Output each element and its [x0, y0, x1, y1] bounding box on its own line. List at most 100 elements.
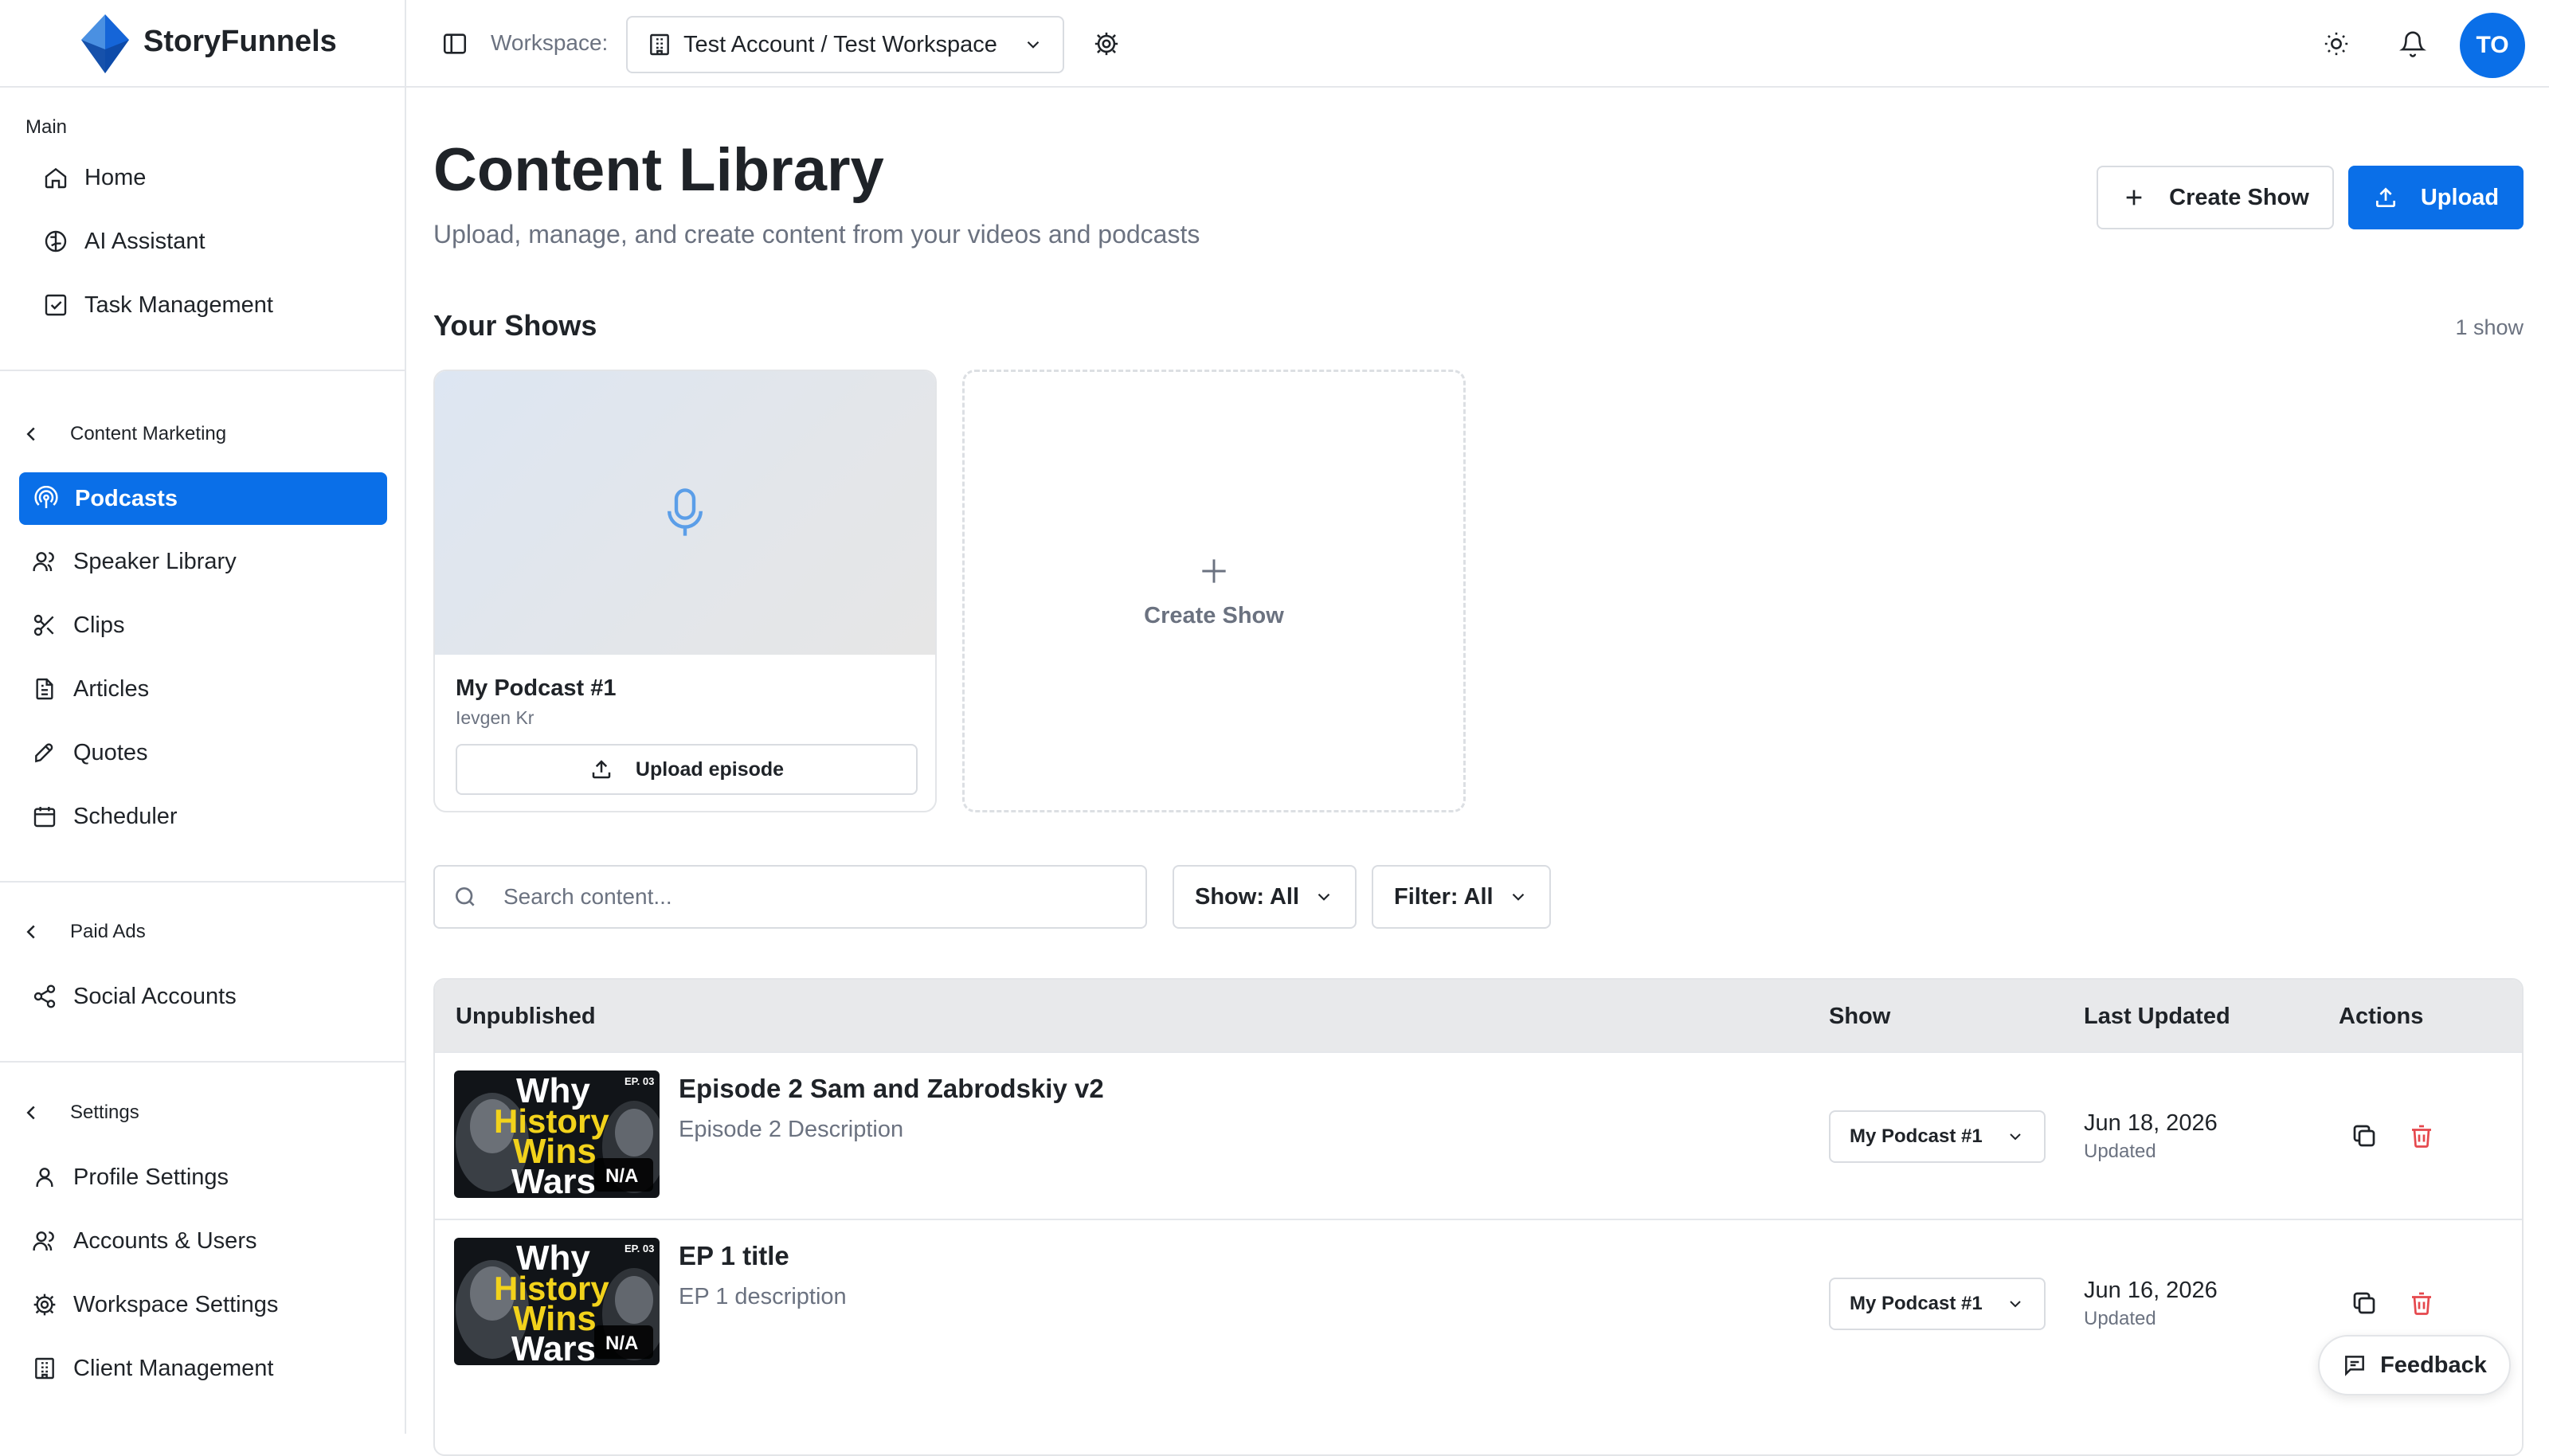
chevron-down-icon [2010, 1133, 2021, 1141]
thumb-badge: N/A [605, 1333, 638, 1354]
document-icon [36, 678, 53, 700]
show-owner: Ievgen Kr [456, 707, 534, 728]
building-icon [650, 33, 669, 56]
sidebar-item-ai-assistant[interactable]: AI Assistant [43, 215, 206, 268]
section-toggle-settings[interactable]: Settings [19, 1094, 139, 1132]
share-icon [33, 984, 56, 1008]
page-title: Content Library [433, 136, 884, 204]
chevron-down-icon [1027, 41, 1040, 49]
sidebar-item-social-accounts[interactable]: Social Accounts [32, 970, 237, 1023]
episode-title[interactable]: Episode 2 Sam and Zabrodskiy v2 [679, 1074, 1104, 1104]
thumb-text: Wars [511, 1162, 596, 1198]
sidebar-divider [0, 1061, 405, 1063]
user-icon [36, 1168, 53, 1187]
chevron-left-icon [26, 1106, 35, 1120]
section-toggle-content-marketing[interactable]: Content Marketing [19, 415, 226, 453]
row-show-select[interactable]: My Podcast #1 [1829, 1110, 2046, 1163]
upload-episode-label: Upload episode [635, 757, 785, 781]
sidebar-item-label: Social Accounts [73, 983, 237, 1009]
upload-button[interactable]: Upload [2348, 166, 2524, 229]
users-icon [33, 1231, 54, 1251]
user-avatar[interactable]: TO [2460, 13, 2525, 78]
search-box[interactable] [433, 865, 1147, 929]
sidebar-item-label: Task Management [84, 292, 273, 318]
quote-icon [35, 743, 53, 763]
row-show-select[interactable]: My Podcast #1 [1829, 1278, 2046, 1330]
delete-trash-icon[interactable] [2407, 1289, 2436, 1317]
create-show-card-label: Create Show [1144, 602, 1284, 628]
content-table: Unpublished Show Last Updated Actions Wh… [433, 978, 2524, 1456]
sidebar-item-label: Articles [73, 675, 150, 702]
create-show-button[interactable]: Create Show [2097, 166, 2334, 229]
show-cover [435, 371, 935, 655]
episode-description: Episode 2 Description [679, 1117, 904, 1142]
sidebar-item-speaker-library[interactable]: Speaker Library [32, 535, 237, 588]
theme-toggle-sun-icon[interactable] [2323, 30, 2350, 57]
sidebar-item-articles[interactable]: Articles [32, 663, 149, 715]
create-show-card[interactable]: Create Show [962, 370, 1466, 812]
workspace-settings-gear-icon[interactable] [1093, 30, 1120, 57]
show-filter-dropdown[interactable]: Show: All [1173, 865, 1357, 929]
sidebar-item-label: Profile Settings [73, 1164, 229, 1190]
sidebar-item-label: Quotes [73, 739, 148, 765]
upload-icon [592, 760, 611, 779]
calendar-icon [33, 807, 56, 828]
chevron-left-icon [26, 427, 35, 441]
sidebar-item-label: Home [84, 164, 147, 190]
workspace-label: Workspace: [491, 30, 609, 55]
sidebar-item-client-management[interactable]: Client Management [32, 1342, 273, 1395]
sidebar-toggle-icon[interactable] [441, 30, 468, 57]
brand-name[interactable]: StoryFunnels [143, 25, 337, 59]
podcast-icon [34, 486, 58, 508]
plus-icon [2126, 190, 2142, 205]
column-header-show: Show [1829, 1004, 1891, 1029]
search-input[interactable] [502, 883, 1123, 910]
plus-icon [1202, 558, 1226, 583]
sidebar-item-quotes[interactable]: Quotes [32, 726, 148, 779]
notifications-bell-icon[interactable] [2399, 30, 2426, 57]
feedback-button[interactable]: Feedback [2318, 1335, 2511, 1395]
duplicate-icon[interactable] [2350, 1289, 2379, 1317]
last-updated-date: Jun 16, 2026 [2084, 1278, 2218, 1303]
table-row[interactable]: Why History Wins Wars EP. 03 N/A EP 1 ti… [435, 1219, 2522, 1386]
section-toggle-paid-ads[interactable]: Paid Ads [19, 913, 146, 951]
brain-icon [45, 230, 67, 252]
table-row[interactable]: Why History Wins Wars EP. 03 N/A Episode… [435, 1051, 2522, 1219]
sidebar-item-label: Clips [73, 612, 125, 638]
sidebar-item-accounts-users[interactable]: Accounts & Users [32, 1215, 256, 1267]
episode-thumbnail[interactable]: Why History Wins Wars EP. 03 N/A [454, 1070, 660, 1198]
sidebar-item-label: Client Management [73, 1355, 274, 1381]
sidebar-item-podcasts[interactable]: Podcasts [19, 472, 387, 525]
workspace-select-value: Test Account / Test Workspace [683, 31, 997, 57]
row-show-select-value: My Podcast #1 [1850, 1125, 1983, 1147]
show-card[interactable]: My Podcast #1 Ievgen Kr Upload episode [433, 370, 937, 812]
delete-trash-icon[interactable] [2407, 1121, 2436, 1150]
thumb-badge: N/A [605, 1165, 638, 1187]
chevron-down-icon [1512, 893, 1524, 901]
upload-episode-button[interactable]: Upload episode [456, 744, 918, 795]
last-updated-date: Jun 18, 2026 [2084, 1110, 2218, 1136]
storyfunnels-logo-icon [78, 11, 132, 75]
episode-thumbnail[interactable]: Why History Wins Wars EP. 03 N/A [454, 1238, 660, 1365]
feedback-button-label: Feedback [2380, 1352, 2487, 1378]
thumb-text: Wars [511, 1329, 596, 1365]
show-name: My Podcast #1 [456, 675, 617, 701]
section-label: Settings [70, 1102, 139, 1123]
sidebar-item-home[interactable]: Home [43, 151, 146, 204]
sidebar-divider [0, 881, 405, 883]
sidebar-item-workspace-settings[interactable]: Workspace Settings [32, 1278, 278, 1331]
sidebar: StoryFunnels Main Home AI Assistant Task… [0, 0, 406, 1434]
sidebar-item-label: Accounts & Users [73, 1227, 257, 1254]
sidebar-item-scheduler[interactable]: Scheduler [32, 790, 178, 843]
sidebar-item-label: Podcasts [75, 485, 178, 511]
episode-title[interactable]: EP 1 title [679, 1241, 789, 1271]
status-filter-dropdown[interactable]: Filter: All [1372, 865, 1551, 929]
shows-count: 1 show [2455, 315, 2524, 339]
thumb-text: EP. 03 [625, 1243, 654, 1254]
sidebar-item-clips[interactable]: Clips [32, 599, 124, 652]
duplicate-icon[interactable] [2350, 1121, 2379, 1150]
sidebar-item-profile-settings[interactable]: Profile Settings [32, 1151, 229, 1204]
chevron-down-icon [1318, 893, 1330, 901]
workspace-select[interactable]: Test Account / Test Workspace [626, 16, 1064, 73]
sidebar-item-task-management[interactable]: Task Management [43, 279, 273, 331]
